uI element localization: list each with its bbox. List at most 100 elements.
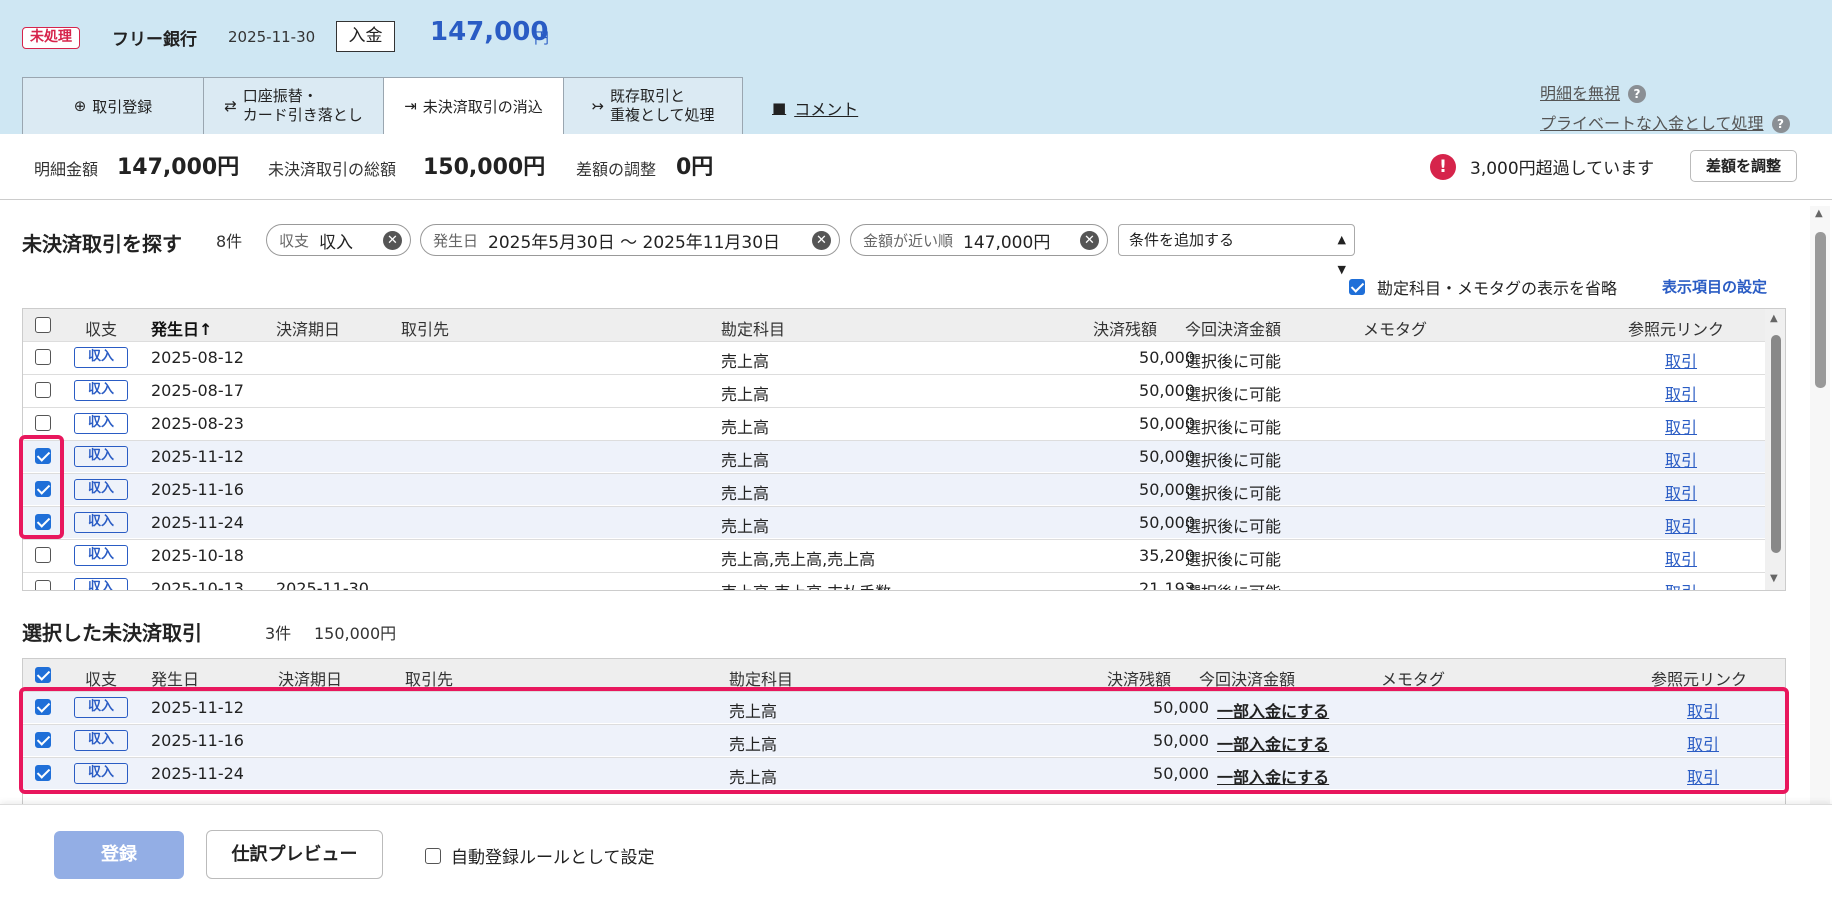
row-date: 2025-11-24 xyxy=(151,513,244,532)
table-row[interactable]: 収入 2025-08-23 売上高 50,000 選択後に可能 取引 xyxy=(23,407,1765,439)
row-reference-link[interactable]: 取引 xyxy=(1687,698,1719,722)
selected-row[interactable]: 収入 2025-11-16 売上高 50,000 一部入金にする 取引 xyxy=(23,724,1785,756)
column-settings-link[interactable]: 表示項目の設定 xyxy=(1662,276,1767,297)
omit-account-toggle[interactable]: 勘定科目・メモタグの表示を省略 xyxy=(1349,275,1617,299)
row-account: 売上高 xyxy=(729,702,778,721)
row-reference-link[interactable]: 取引 xyxy=(1665,348,1697,372)
row-account: 売上高 xyxy=(721,352,770,371)
row-reference-link[interactable]: 取引 xyxy=(1665,447,1697,471)
row-settle-amount: 選択後に可能 xyxy=(1185,579,1281,590)
col-date-sortable[interactable]: 発生日↑ xyxy=(151,316,212,340)
row-checkbox[interactable] xyxy=(35,732,51,748)
ignore-statement-link[interactable]: 明細を無視? xyxy=(1540,80,1647,104)
row-reference-link[interactable]: 取引 xyxy=(1665,546,1697,570)
row-reference-link[interactable]: 取引 xyxy=(1665,414,1697,438)
partial-deposit-link[interactable]: 一部入金にする xyxy=(1217,698,1329,722)
adjust-difference-button[interactable]: 差額を調整 xyxy=(1690,150,1797,182)
partial-deposit-link[interactable]: 一部入金にする xyxy=(1217,731,1329,755)
clear-chip-icon[interactable]: ✕ xyxy=(1080,231,1099,250)
col-reference-link: 参照元リンク xyxy=(1628,320,1725,339)
omit-account-label: 勘定科目・メモタグの表示を省略 xyxy=(1377,279,1618,298)
journal-preview-button[interactable]: 仕訳プレビュー xyxy=(206,830,383,879)
tab-account-transfer[interactable]: ⇄ 口座振替・ カード引き落とし xyxy=(203,77,384,134)
direction-badge: 入金 xyxy=(336,21,395,52)
filter-chip-type[interactable]: 収支 収入 ✕ xyxy=(266,224,411,256)
row-reference-link[interactable]: 取引 xyxy=(1665,513,1697,537)
row-checkbox[interactable] xyxy=(35,765,51,781)
row-date: 2025-08-23 xyxy=(151,414,244,433)
table-scrollbar[interactable]: ▲ ▼ xyxy=(1765,309,1785,590)
register-button[interactable]: 登録 xyxy=(54,831,184,879)
scroll-up-icon[interactable]: ▲ xyxy=(1815,208,1823,219)
add-condition-select[interactable]: 条件を追加する ▲ ▼ xyxy=(1118,224,1355,276)
row-checkbox[interactable] xyxy=(35,580,51,590)
tab-duplicate[interactable]: ↣ 既存取引と 重複として処理 xyxy=(563,77,743,134)
row-reference-link[interactable]: 取引 xyxy=(1687,731,1719,755)
row-date: 2025-10-13 xyxy=(151,579,244,591)
row-checkbox[interactable] xyxy=(35,547,51,563)
col-type: 収支 xyxy=(85,320,118,339)
tab-label: 口座振替・ カード引き落とし xyxy=(243,87,363,125)
statement-amount: 147,000 xyxy=(430,17,549,47)
row-checkbox[interactable] xyxy=(35,481,51,497)
table-header: 収支 発生日 決済期日 取引先 勘定科目 決済残額 今回決済金額 メモタグ 参照… xyxy=(23,659,1785,691)
type-badge: 収入 xyxy=(74,763,128,784)
row-reference-link[interactable]: 取引 xyxy=(1665,579,1697,590)
table-row[interactable]: 収入 2025-11-16 売上高 50,000 選択後に可能 取引 xyxy=(23,473,1765,505)
row-checkbox[interactable] xyxy=(35,448,51,464)
table-row[interactable]: 収入 2025-08-17 売上高 50,000 選択後に可能 取引 xyxy=(23,374,1765,406)
omit-account-checkbox[interactable] xyxy=(1349,279,1365,295)
filter-chip-date[interactable]: 発生日 2025年5月30日 〜 2025年11月30日 ✕ xyxy=(420,224,840,256)
filter-chip-amount[interactable]: 金額が近い順 147,000円 ✕ xyxy=(850,224,1108,256)
row-balance: 50,000 xyxy=(1139,381,1195,400)
type-badge: 収入 xyxy=(74,545,128,566)
select-all-checkbox[interactable] xyxy=(35,317,51,333)
col-partner: 取引先 xyxy=(405,670,454,689)
selected-count: 3件 xyxy=(265,624,292,643)
scroll-thumb[interactable] xyxy=(1771,335,1781,553)
help-icon[interactable]: ? xyxy=(1628,85,1647,103)
partial-deposit-link[interactable]: 一部入金にする xyxy=(1217,764,1329,788)
page-scroll-thumb[interactable] xyxy=(1815,232,1826,388)
type-badge: 収入 xyxy=(74,578,128,590)
clear-chip-icon[interactable]: ✕ xyxy=(383,231,402,250)
scroll-up-icon[interactable]: ▲ xyxy=(1770,313,1778,324)
private-deposit-link[interactable]: プライベートな入金として処理? xyxy=(1540,110,1790,134)
clear-chip-icon[interactable]: ✕ xyxy=(812,231,831,250)
action-footer: 登録 仕訳プレビュー 自動登録ルールとして設定 xyxy=(0,804,1832,902)
scroll-down-icon[interactable]: ▼ xyxy=(1770,573,1778,584)
comment-icon: ■ xyxy=(772,99,787,117)
help-icon[interactable]: ? xyxy=(1771,115,1790,133)
row-balance: 50,000 xyxy=(1139,480,1195,499)
select-all-checkbox[interactable] xyxy=(35,667,51,683)
col-settle-amount: 今回決済金額 xyxy=(1199,670,1296,689)
tab-settle-unsettled[interactable]: ⇥ 未決済取引の消込 xyxy=(383,77,564,134)
chip-key: 金額が近い順 xyxy=(863,231,954,250)
table-row[interactable]: 収入 2025-11-24 売上高 50,000 選択後に可能 取引 xyxy=(23,506,1765,538)
selected-row[interactable]: 収入 2025-11-24 売上高 50,000 一部入金にする 取引 xyxy=(23,757,1785,789)
table-row[interactable]: 収入 2025-11-12 売上高 50,000 選択後に可能 取引 xyxy=(23,440,1765,472)
row-settle-amount: 選択後に可能 xyxy=(1185,385,1282,404)
auto-rule-toggle[interactable]: 自動登録ルールとして設定 xyxy=(425,843,655,868)
row-checkbox[interactable] xyxy=(35,699,51,715)
row-checkbox[interactable] xyxy=(35,514,51,530)
selected-row[interactable]: 収入 2025-11-12 売上高 50,000 一部入金にする 取引 xyxy=(23,691,1785,723)
tab-register-transaction[interactable]: ⊕ 取引登録 xyxy=(22,77,204,134)
row-date: 2025-08-12 xyxy=(151,348,244,367)
auto-rule-label: 自動登録ルールとして設定 xyxy=(451,848,655,868)
page-scrollbar[interactable]: ▲ xyxy=(1810,206,1830,804)
row-reference-link[interactable]: 取引 xyxy=(1665,381,1697,405)
auto-rule-checkbox[interactable] xyxy=(425,847,441,864)
row-checkbox[interactable] xyxy=(35,382,51,398)
row-reference-link[interactable]: 取引 xyxy=(1687,764,1719,788)
comment-link[interactable]: ■ コメント xyxy=(772,96,858,120)
table-row[interactable]: 収入 2025-10-13 2025-11-30 売上高,売上高,支払手数... 21,… xyxy=(23,572,1765,591)
row-account: 売上高,売上高,売上高 xyxy=(721,550,876,569)
row-checkbox[interactable] xyxy=(35,349,51,365)
row-checkbox[interactable] xyxy=(35,415,51,431)
table-row[interactable]: 収入 2025-08-12 売上高 50,000 選択後に可能 取引 xyxy=(23,341,1765,373)
row-account: 売上高,売上高,支払手数... xyxy=(721,579,906,590)
table-row[interactable]: 収入 2025-10-18 売上高,売上高,売上高 35,200 選択後に可能 取引 xyxy=(23,539,1765,571)
row-reference-link[interactable]: 取引 xyxy=(1665,480,1697,504)
chip-key: 収支 xyxy=(279,231,310,250)
